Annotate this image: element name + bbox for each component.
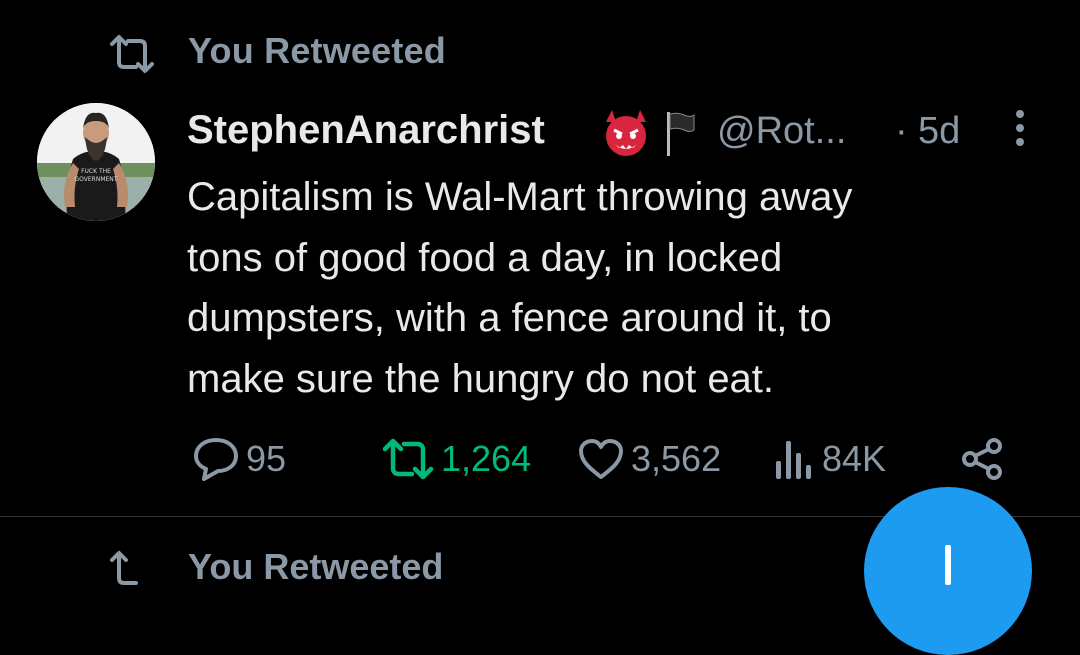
reply-button[interactable]: 95 (192, 436, 286, 482)
reply-count: 95 (246, 438, 287, 479)
retweet-header-label: You Retweeted (188, 30, 446, 71)
user-handle[interactable]: @Rot... (717, 110, 846, 153)
views-chart-icon (776, 441, 811, 479)
retweet-icon (108, 34, 156, 74)
more-options-icon[interactable] (1012, 108, 1028, 148)
tweet-time[interactable]: 5d (918, 110, 960, 153)
retweet-active-icon (382, 438, 434, 480)
share-icon (962, 438, 1002, 480)
like-count: 3,562 (631, 438, 722, 479)
svg-text:FUCK THE: FUCK THE (81, 168, 111, 175)
heart-icon (579, 439, 623, 479)
retweet-count: 1,264 (441, 438, 532, 479)
separator-dot: · (895, 110, 908, 152)
next-retweet-header-label: You Retweeted (188, 546, 444, 587)
share-button[interactable] (960, 436, 1006, 482)
views-button[interactable]: 84K (770, 436, 886, 482)
plus-icon (945, 545, 951, 585)
views-count: 84K (822, 438, 887, 479)
avatar[interactable]: FUCK THE GOVERNMENT (37, 103, 155, 221)
retweet-icon (108, 550, 156, 590)
black-flag-icon (664, 110, 696, 156)
devil-face-icon (600, 108, 652, 158)
tweet-text: Capitalism is Wal-Mart throwing away ton… (187, 175, 853, 401)
display-name[interactable]: StephenAnarchrist (187, 108, 545, 153)
reply-icon (194, 438, 238, 481)
like-button[interactable]: 3,562 (577, 436, 721, 482)
svg-text:GOVERNMENT: GOVERNMENT (75, 176, 118, 183)
compose-fab-button[interactable] (864, 487, 1032, 655)
retweet-button[interactable]: 1,264 (381, 436, 531, 482)
